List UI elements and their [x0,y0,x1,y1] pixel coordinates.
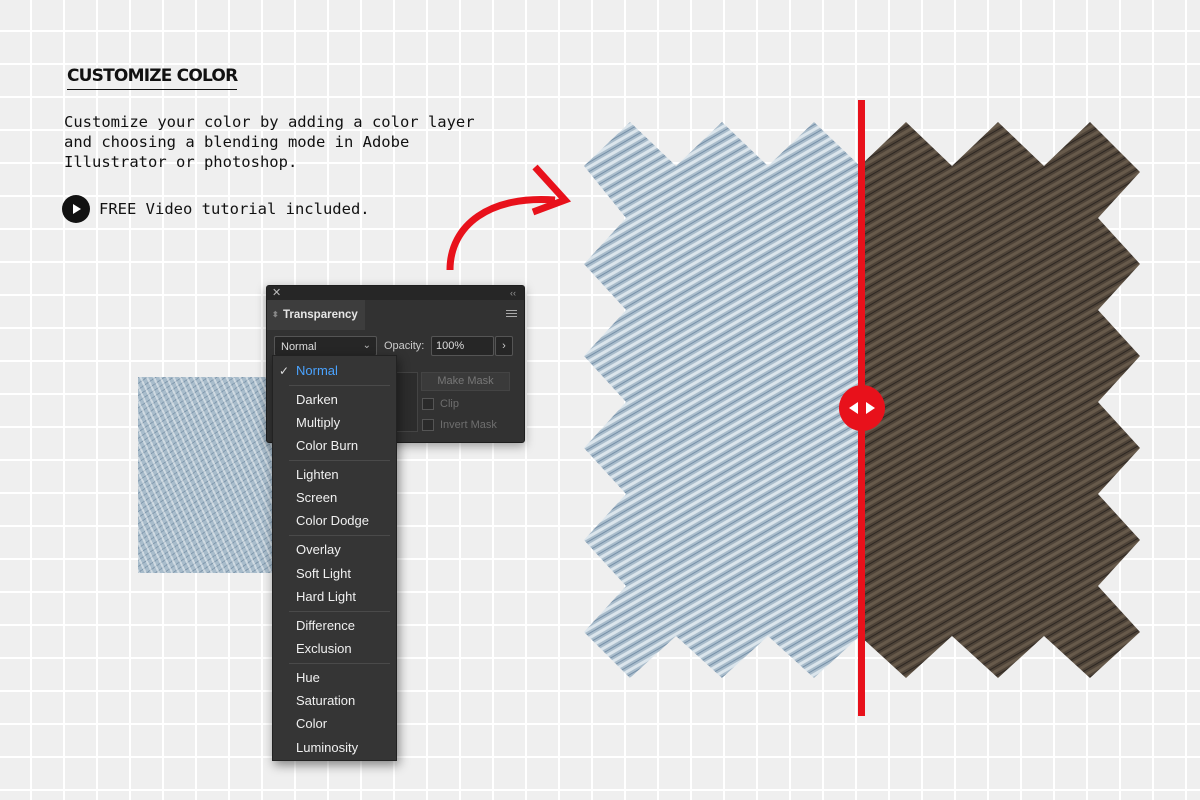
section-title: CUSTOMIZE COLOR [67,66,238,90]
blend-option-normal[interactable]: Normal [296,363,338,378]
blend-option-lighten[interactable]: Lighten [296,467,339,482]
blend-option-hue[interactable]: Hue [296,670,320,685]
menu-divider [289,663,390,664]
close-icon[interactable]: ✕ [272,286,281,300]
compare-slider-handle[interactable] [839,385,885,431]
blend-option-overlay[interactable]: Overlay [296,542,341,557]
blend-mode-value: Normal [281,341,317,353]
blend-option-saturation[interactable]: Saturation [296,693,355,708]
collapse-icon[interactable]: ‹‹ [510,286,516,300]
invert-mask-checkbox[interactable]: Invert Mask [422,419,497,431]
invert-mask-label: Invert Mask [440,419,497,431]
blend-option-color-burn[interactable]: Color Burn [296,438,358,453]
opacity-input[interactable]: 100% [431,336,494,356]
chevron-right-icon[interactable]: › [495,336,513,356]
menu-divider [289,385,390,386]
clip-label: Clip [440,398,459,410]
menu-divider [289,460,390,461]
panel-menu-icon[interactable] [506,308,517,319]
blend-option-color-dodge[interactable]: Color Dodge [296,513,369,528]
menu-divider [289,611,390,612]
blend-mode-dropdown: ✓ Normal Darken Multiply Color Burn Ligh… [272,355,397,761]
opacity-label: Opacity: [384,340,425,352]
video-tutorial-link[interactable]: FREE Video tutorial included. [62,195,370,223]
blend-option-exclusion[interactable]: Exclusion [296,641,352,656]
play-icon [62,195,90,223]
blend-option-hard-light[interactable]: Hard Light [296,589,356,604]
tab-transparency[interactable]: ⬍ Transparency [267,300,365,330]
chevron-down-icon: ⌄ [362,340,371,351]
description-text: Customize your color by adding a color l… [64,113,475,171]
blend-option-darken[interactable]: Darken [296,392,338,407]
clip-checkbox[interactable]: Clip [422,398,459,410]
blend-option-screen[interactable]: Screen [296,490,337,505]
make-mask-button[interactable]: Make Mask [421,372,510,391]
blend-option-soft-light[interactable]: Soft Light [296,566,351,581]
tab-label: Transparency [283,309,358,321]
left-right-arrows-icon [849,402,875,414]
video-tutorial-label: FREE Video tutorial included. [99,200,370,218]
panel-titlebar: ✕ ‹‹ [267,286,524,300]
curved-arrow-icon [446,164,572,271]
checkbox-icon [422,419,434,431]
blend-option-multiply[interactable]: Multiply [296,415,340,430]
blend-option-difference[interactable]: Difference [296,618,355,633]
blend-mode-select[interactable]: Normal ⌄ [274,336,377,356]
blend-option-color[interactable]: Color [296,716,327,731]
checkbox-icon [422,398,434,410]
blend-option-luminosity[interactable]: Luminosity [296,740,358,755]
drag-grip-icon: ⬍ [272,310,279,319]
small-denim-swatch [138,377,278,573]
checkmark-icon: ✓ [279,364,290,378]
menu-divider [289,535,390,536]
